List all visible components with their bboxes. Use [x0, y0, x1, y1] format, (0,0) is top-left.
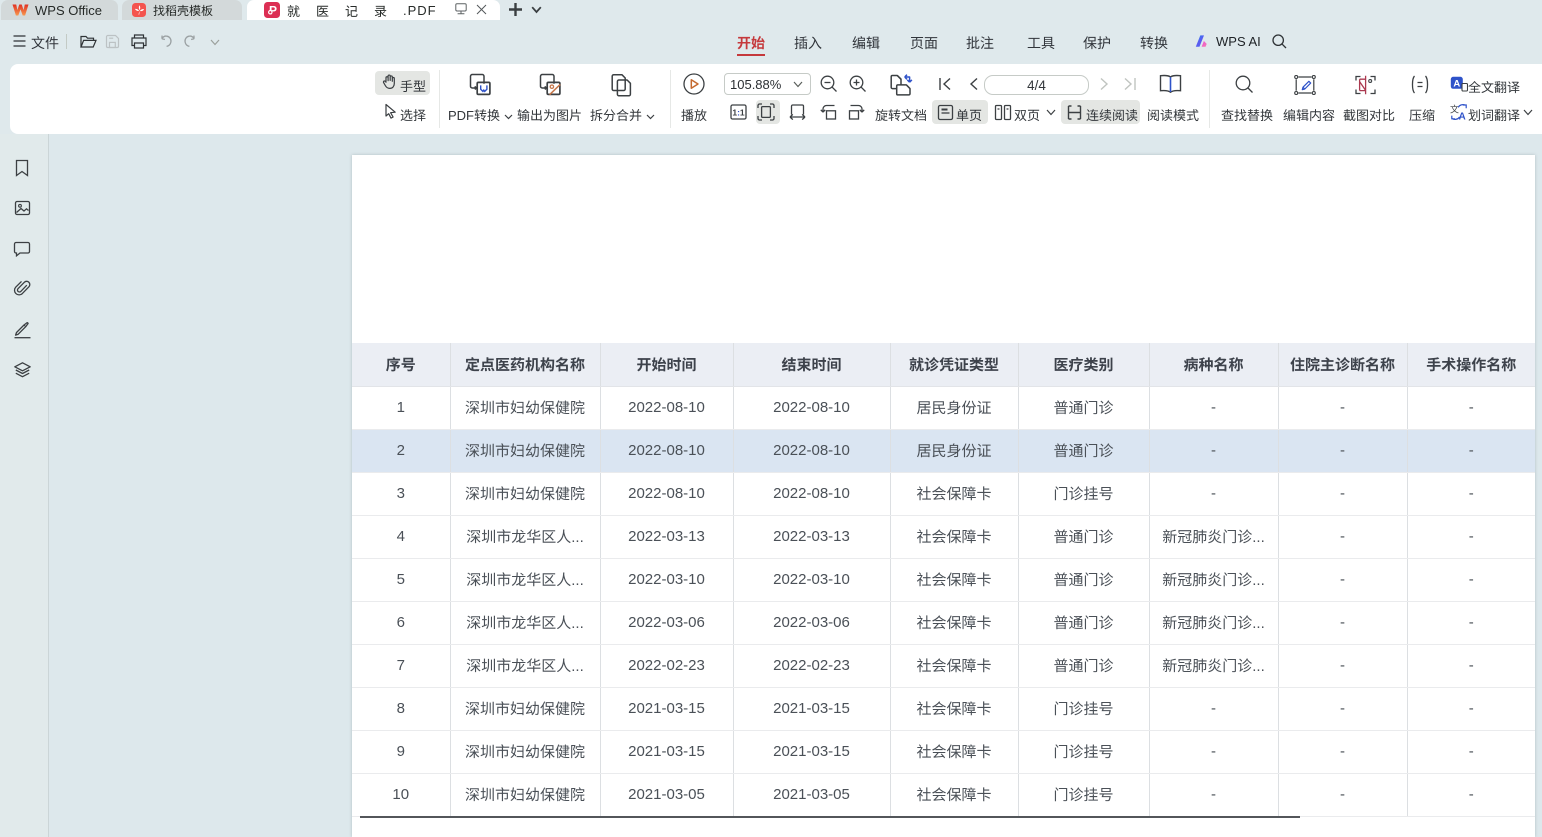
svg-text:A: A [1453, 78, 1460, 89]
svg-text:A: A [1459, 112, 1466, 122]
svg-text:1:1: 1:1 [732, 108, 745, 118]
